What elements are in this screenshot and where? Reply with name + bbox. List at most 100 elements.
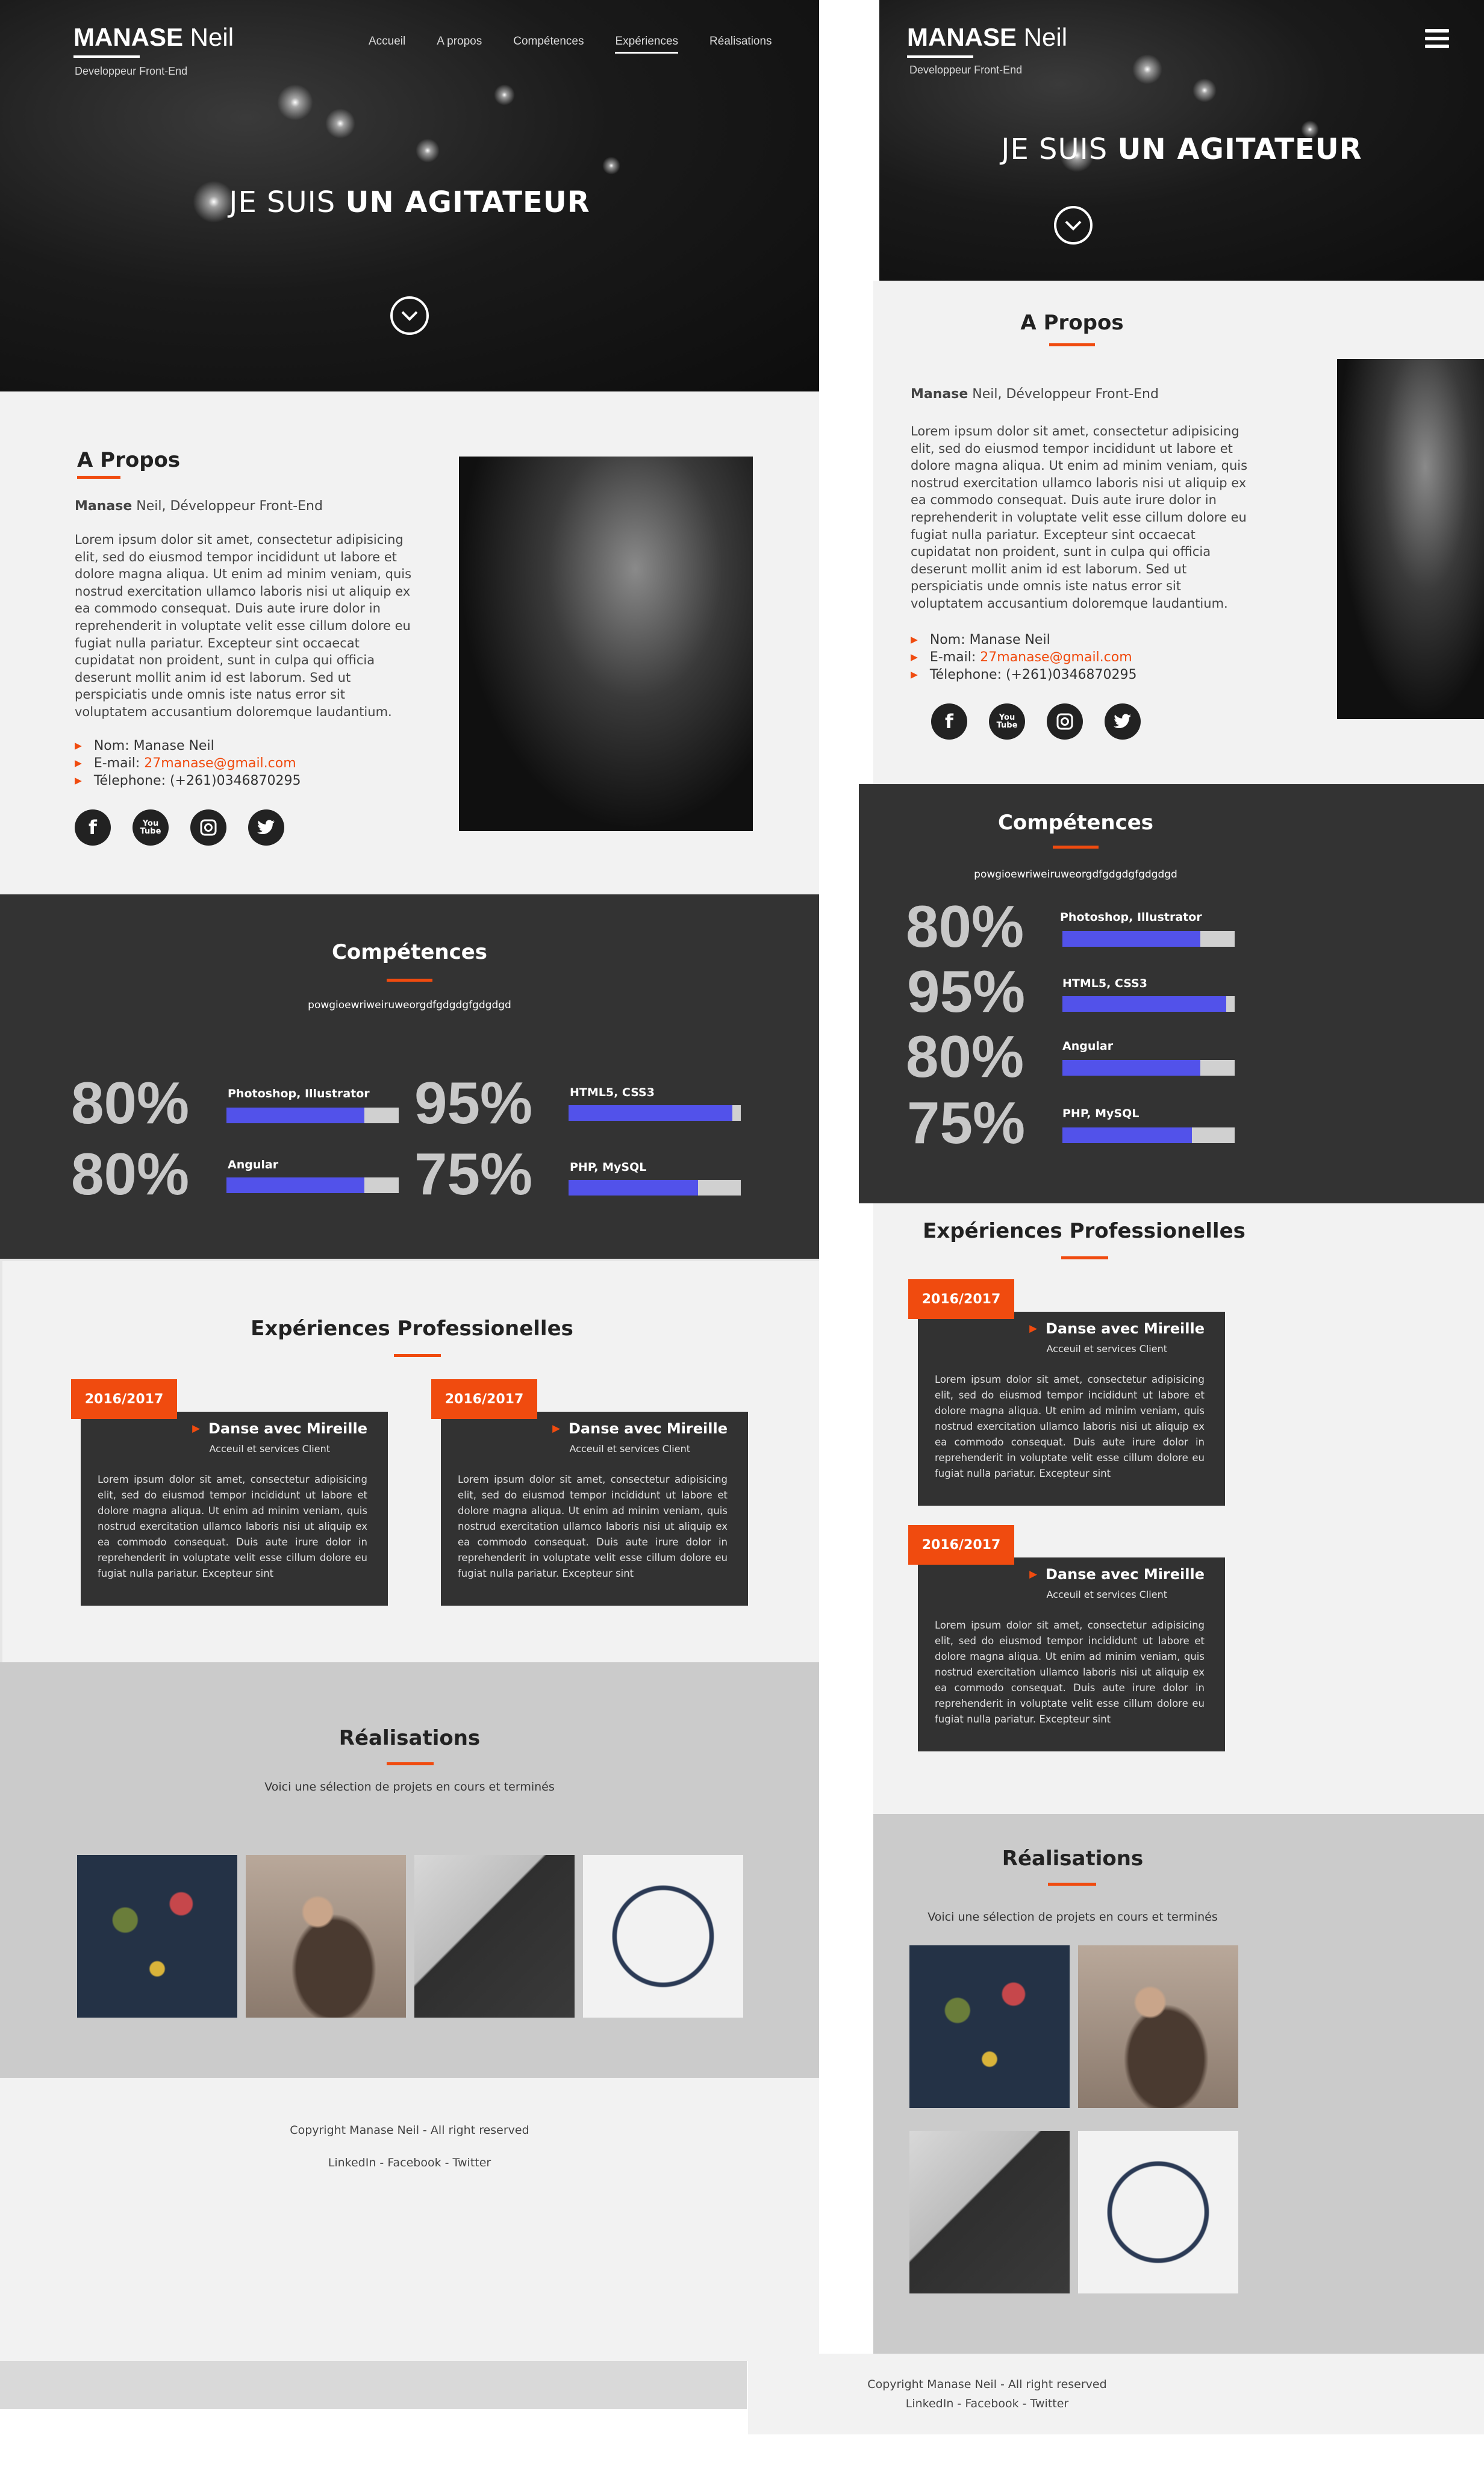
- social-links: f You Tube: [75, 809, 284, 846]
- email-link[interactable]: 27manase@gmail.com: [144, 756, 296, 771]
- social-links: f You Tube: [931, 703, 1141, 740]
- footer-copyright: Copyright Manase Neil - All right reserv…: [290, 2124, 529, 2137]
- skills-subtitle: powgioewriweiruweorgdfgdgdgfgdgdgd: [974, 868, 1177, 881]
- brand-name-bold: MANASE: [73, 23, 184, 51]
- skill-bar-1: [1062, 996, 1235, 1012]
- skill-bar-2: [1062, 1060, 1235, 1076]
- experience-role-0: Acceuil et services Client: [209, 1443, 330, 1454]
- scroll-down-button[interactable]: [390, 296, 429, 335]
- experience-text-0: Lorem ipsum dolor sit amet, consectetur …: [98, 1474, 367, 1579]
- nav-competences[interactable]: Compétences: [513, 35, 584, 54]
- facebook-icon[interactable]: f: [931, 703, 967, 740]
- youtube-icon[interactable]: You Tube: [989, 703, 1025, 740]
- footer-links: LinkedIn - Facebook - Twitter: [328, 2156, 491, 2169]
- experience-heading-underline: [1061, 1256, 1108, 1259]
- info-email: E-mail: 27manase@gmail.com: [911, 649, 1137, 666]
- portfolio-item-2[interactable]: [909, 2131, 1070, 2293]
- desktop-about-section: A Propos Manase Neil, Développeur Front-…: [0, 391, 819, 894]
- about-paragraph: Lorem ipsum dolor sit amet, consectetur …: [911, 424, 1248, 611]
- skill-pct-3: 75%: [907, 1090, 1026, 1156]
- experience-heading: Expériences Professionelles: [251, 1317, 573, 1341]
- experience-year-0: 2016/2017: [908, 1279, 1014, 1319]
- about-info-list: Nom: Manase Neil E-mail: 27manase@gmail.…: [75, 737, 301, 790]
- portfolio-item-0[interactable]: [909, 1945, 1070, 2108]
- brand-underline: [73, 55, 140, 58]
- footer-link-facebook[interactable]: Facebook: [965, 2397, 1018, 2410]
- mobile-skills-section: Compétences powgioewriweiruweorgdfgdgdgf…: [859, 784, 1484, 1203]
- chevron-down-icon: [1065, 220, 1082, 231]
- portfolio-item-1[interactable]: [1078, 1945, 1238, 2108]
- experience-card-0: Danse avec Mireille Acceuil et services …: [81, 1412, 388, 1606]
- desktop-experience-section: Expériences Professionelles Danse avec M…: [0, 1259, 819, 1662]
- skill-name-3: PHP, MySQL: [1062, 1107, 1140, 1120]
- about-paragraph: Lorem ipsum dolor sit amet, consectetur …: [75, 532, 412, 719]
- skill-name-2: Angular: [1062, 1040, 1114, 1053]
- skill-bar-3: [1062, 1127, 1235, 1143]
- hamburger-menu-icon[interactable]: [1425, 29, 1449, 48]
- mobile-about-section: A Propos Manase Neil, Développeur Front-…: [873, 281, 1484, 784]
- footer-link-linkedin[interactable]: LinkedIn: [328, 2156, 376, 2169]
- about-intro: Manase Neil, Développeur Front-End: [75, 499, 323, 514]
- portfolio-item-2[interactable]: [414, 1855, 575, 2018]
- portfolio-item-3[interactable]: [1078, 2131, 1238, 2293]
- skill-bar-fill-3: [569, 1180, 698, 1196]
- skill-bar-fill-1: [569, 1105, 732, 1121]
- skill-bar-0: [1062, 931, 1235, 947]
- desktop-hero: MANASE Neil Developpeur Front-End Accuei…: [0, 0, 819, 391]
- footer-link-twitter[interactable]: Twitter: [1030, 2397, 1069, 2410]
- instagram-icon[interactable]: [190, 809, 226, 846]
- mobile-experience-section: Expériences Professionelles Danse avec M…: [873, 1203, 1484, 1814]
- skill-pct-0: 80%: [71, 1070, 190, 1136]
- facebook-icon[interactable]: f: [75, 809, 111, 846]
- experience-year-0: 2016/2017: [71, 1379, 177, 1419]
- experience-heading-underline: [394, 1354, 441, 1357]
- desktop-mockup: MANASE Neil Developpeur Front-End Accuei…: [0, 0, 819, 2491]
- brand-logo[interactable]: MANASE Neil: [907, 23, 1067, 52]
- experience-card-1: Danse avec Mireille Acceuil et services …: [441, 1412, 748, 1606]
- skill-name-3: PHP, MySQL: [570, 1161, 647, 1174]
- skill-bar-fill-0: [226, 1108, 364, 1123]
- footer-link-facebook[interactable]: Facebook: [387, 2156, 441, 2169]
- desktop-footer: Copyright Manase Neil - All right reserv…: [0, 2078, 819, 2361]
- footer-link-linkedin[interactable]: LinkedIn: [906, 2397, 954, 2410]
- nav-accueil[interactable]: Accueil: [369, 35, 405, 54]
- skill-name-0: Photoshop, Illustrator: [1060, 911, 1202, 924]
- skill-bar-fill-2: [226, 1177, 364, 1193]
- works-heading-underline: [387, 1762, 434, 1765]
- about-heading: A Propos: [1020, 311, 1124, 335]
- footer-copyright: Copyright Manase Neil - All right reserv…: [867, 2378, 1107, 2391]
- nav-realisations[interactable]: Réalisations: [709, 35, 772, 54]
- nav-experiences[interactable]: Expériences: [615, 35, 679, 54]
- skills-heading: Compétences: [997, 811, 1154, 835]
- brand-subtitle: Developpeur Front-End: [75, 65, 188, 77]
- scroll-down-button[interactable]: [1054, 206, 1093, 245]
- twitter-icon[interactable]: [1105, 703, 1141, 740]
- hero-title: JE SUIS UN AGITATEUR: [229, 186, 590, 219]
- twitter-icon[interactable]: [248, 809, 284, 846]
- mobile-works-section: Réalisations Voici une sélection de proj…: [873, 1814, 1484, 2354]
- about-intro: Manase Neil, Développeur Front-End: [911, 387, 1159, 402]
- portfolio-item-3[interactable]: [583, 1855, 743, 2018]
- instagram-icon[interactable]: [1047, 703, 1083, 740]
- footer-link-twitter[interactable]: Twitter: [453, 2156, 491, 2169]
- brand-logo[interactable]: MANASE Neil: [73, 23, 234, 52]
- works-subtitle: Voici une sélection de projets en cours …: [928, 1910, 1218, 1924]
- brand-subtitle: Developpeur Front-End: [909, 64, 1023, 76]
- about-heading-underline: [1049, 343, 1095, 346]
- works-subtitle: Voici une sélection de projets en cours …: [264, 1780, 555, 1794]
- portfolio-item-1[interactable]: [246, 1855, 406, 2018]
- works-heading: Réalisations: [1002, 1847, 1144, 1871]
- experience-year-1: 2016/2017: [431, 1379, 537, 1419]
- mobile-hero: MANASE Neil Developpeur Front-End JE SUI…: [879, 0, 1484, 281]
- info-phone: Télephone: (+261)0346870295: [75, 772, 301, 790]
- nav-a-propos[interactable]: A propos: [437, 35, 482, 54]
- youtube-icon[interactable]: You Tube: [132, 809, 169, 846]
- about-heading-underline: [77, 476, 120, 479]
- portfolio-item-0[interactable]: [77, 1855, 237, 2018]
- mobile-footer: Copyright Manase Neil - All right reserv…: [748, 2354, 1484, 2434]
- skill-bar-0: [226, 1108, 399, 1123]
- profile-portrait-image: [459, 457, 753, 831]
- email-link[interactable]: 27manase@gmail.com: [980, 650, 1132, 665]
- experience-role-1: Acceuil et services Client: [569, 1443, 690, 1454]
- info-email: E-mail: 27manase@gmail.com: [75, 755, 301, 772]
